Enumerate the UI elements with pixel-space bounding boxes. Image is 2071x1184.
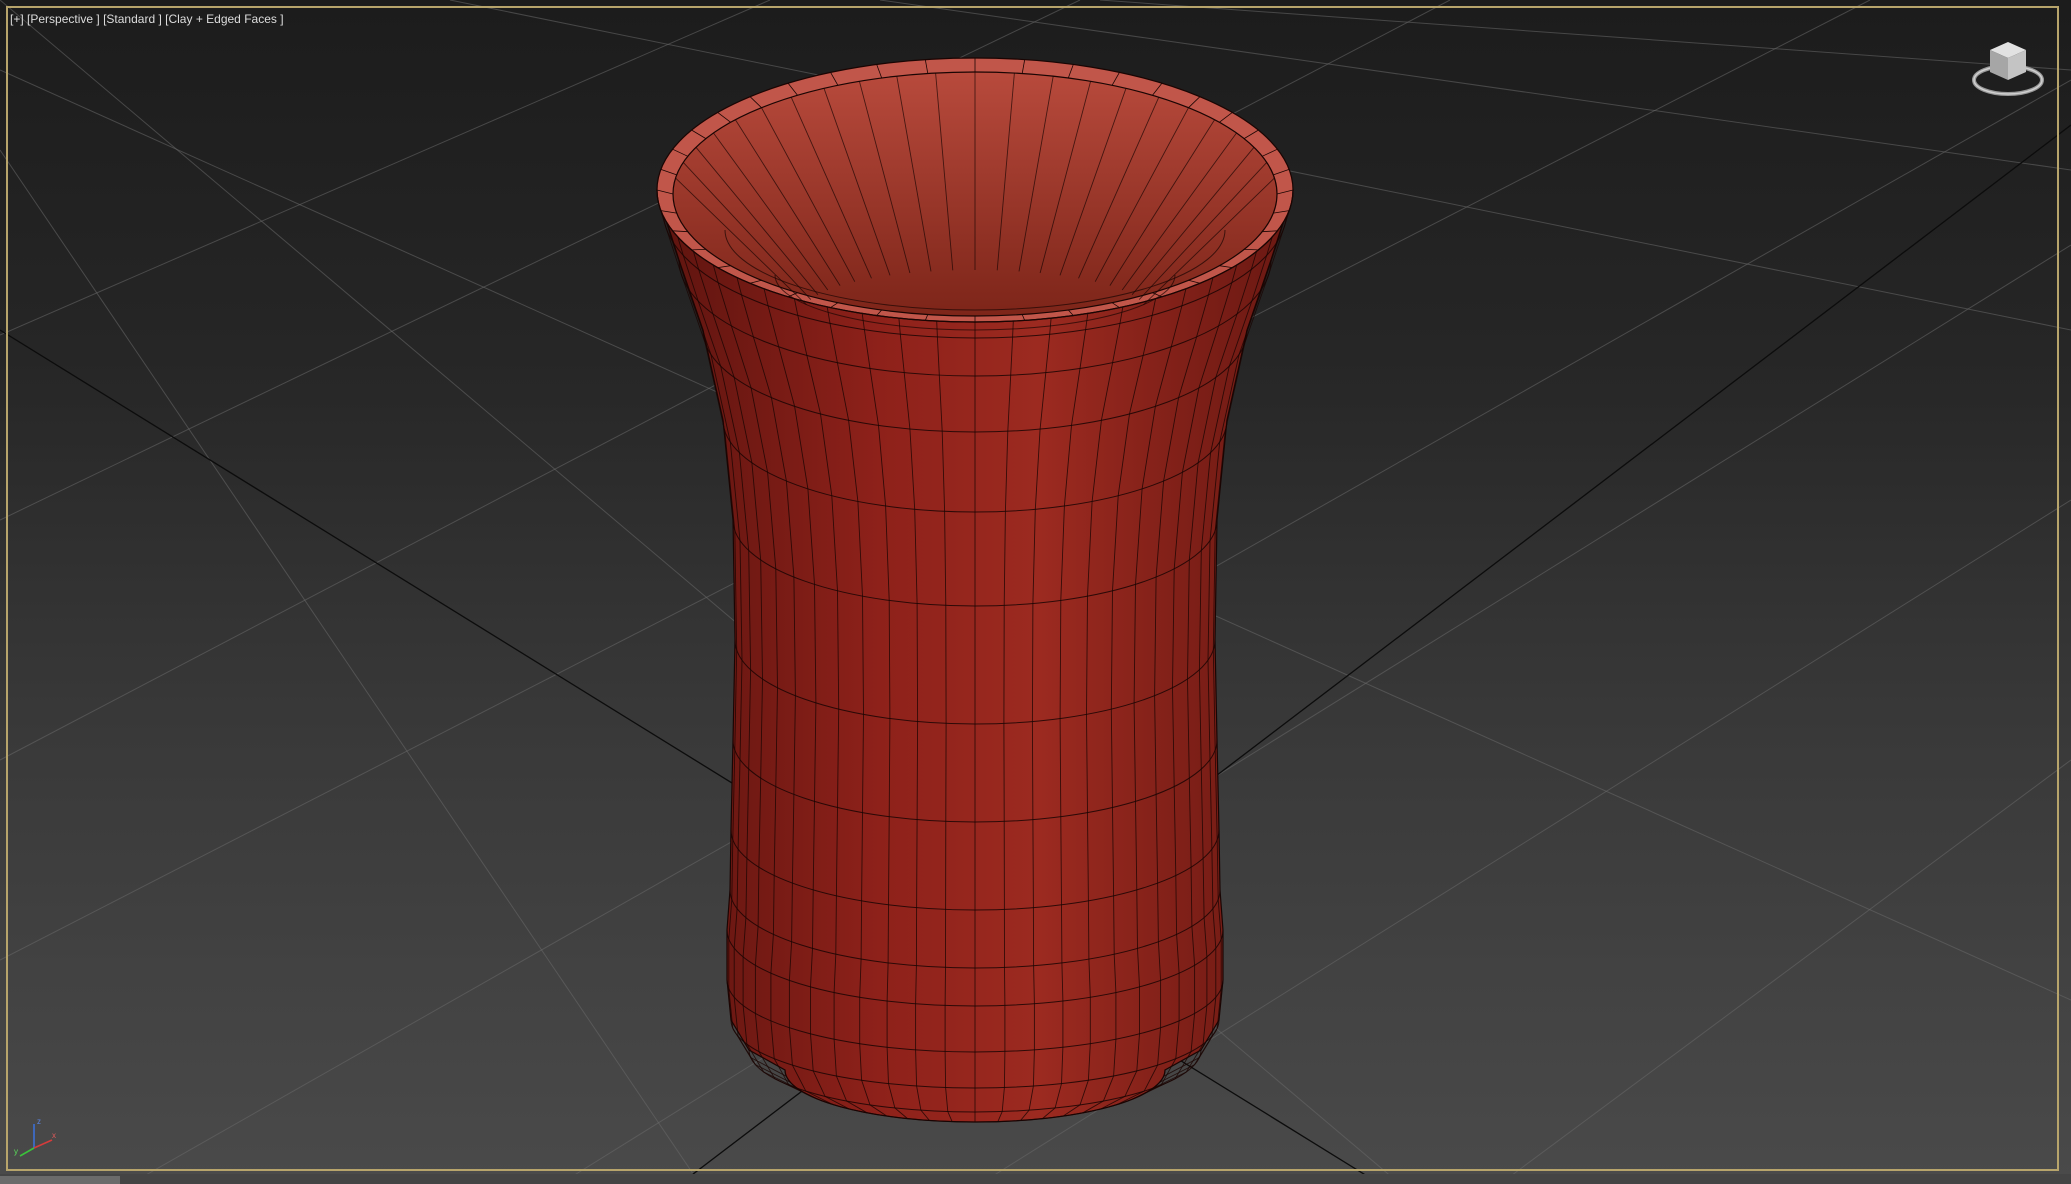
bottom-tab[interactable] (0, 1176, 120, 1184)
svg-text:z: z (37, 1117, 41, 1126)
vase-mesh[interactable] (656, 57, 1294, 1123)
viewport-menu-plus[interactable]: [+] (10, 12, 24, 26)
viewport-shading[interactable]: [Clay + Edged Faces ] (165, 12, 283, 26)
grid-line (0, 149, 701, 1184)
bottom-status-strip (0, 1174, 2071, 1184)
grid-line (1499, 759, 2071, 1184)
perspective-viewport[interactable]: [+] [Perspective ] [Standard ] [Clay + E… (0, 0, 2071, 1184)
viewcube-icon[interactable] (1968, 36, 2048, 106)
viewport-preset[interactable]: [Standard ] (103, 12, 162, 26)
viewport-label: [+] [Perspective ] [Standard ] [Clay + E… (10, 12, 284, 26)
axis-tripod-icon: z x y (14, 1117, 56, 1157)
rim-edge (691, 249, 706, 251)
svg-text:y: y (14, 1147, 18, 1156)
svg-text:x: x (52, 1131, 56, 1140)
rim-edge (1244, 249, 1259, 251)
grid-line (0, 0, 771, 336)
scene-canvas[interactable] (0, 0, 2071, 1184)
grid-line (1099, 0, 2071, 71)
viewport-point-of-view[interactable]: [Perspective ] (27, 12, 100, 26)
